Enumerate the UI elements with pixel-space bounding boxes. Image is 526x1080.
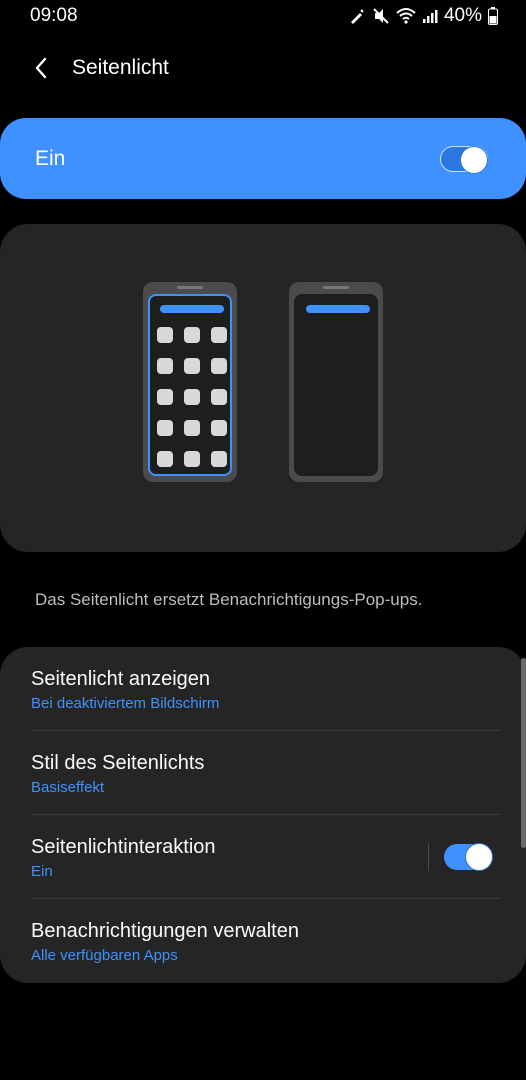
app-icon xyxy=(157,358,173,374)
setting-subtitle: Alle verfügbaren Apps xyxy=(31,947,178,964)
app-icon xyxy=(184,389,200,405)
app-icon xyxy=(184,451,200,467)
interaction-toggle[interactable] xyxy=(444,843,493,871)
app-icon xyxy=(211,389,227,405)
preview-card xyxy=(0,224,526,552)
status-bar: 09:08 40% xyxy=(0,0,526,32)
wifi-icon xyxy=(396,8,416,24)
setting-manage-notifications[interactable]: Benachrichtigungen verwalten Alle verfüg… xyxy=(0,899,526,983)
phone-illustration-apps xyxy=(143,282,237,482)
app-icon xyxy=(211,358,227,374)
app-icon xyxy=(184,327,200,343)
mute-icon xyxy=(373,8,389,24)
app-icon xyxy=(157,389,173,405)
setting-subtitle: Basiseffekt xyxy=(31,779,105,796)
phone-screen-off xyxy=(294,294,378,476)
back-button[interactable] xyxy=(28,48,54,88)
setting-title: Stil des Seitenlichts xyxy=(31,752,205,774)
page-title: Seitenlicht xyxy=(72,56,169,79)
phone-illustration-off xyxy=(289,282,383,482)
nfc-pen-icon xyxy=(350,9,364,24)
setting-show-edge-lighting[interactable]: Seitenlicht anzeigen Bei deaktiviertem B… xyxy=(0,647,526,731)
setting-edge-lighting-interaction[interactable]: Seitenlichtinteraktion Ein xyxy=(0,815,526,899)
app-icon xyxy=(211,420,227,436)
toggle-knob xyxy=(465,843,493,871)
phone-screen-edge-lit xyxy=(148,294,232,476)
app-icon xyxy=(211,451,227,467)
app-icon xyxy=(184,420,200,436)
app-bar: Seitenlicht xyxy=(0,40,526,96)
description-text: Das Seitenlicht ersetzt Benachrichtigung… xyxy=(35,590,423,609)
setting-title: Seitenlichtinteraktion xyxy=(31,836,216,858)
app-icon xyxy=(211,327,227,343)
phone-notch xyxy=(323,286,349,289)
vertical-separator xyxy=(428,843,429,871)
setting-subtitle: Bei deaktiviertem Bildschirm xyxy=(31,695,220,712)
master-toggle[interactable] xyxy=(440,145,488,174)
app-icon xyxy=(157,420,173,436)
scrollbar-thumb[interactable] xyxy=(521,658,526,848)
master-switch-bar[interactable]: Ein xyxy=(0,118,526,199)
battery-percent: 40% xyxy=(443,5,482,26)
setting-title: Seitenlicht anzeigen xyxy=(31,668,211,690)
chevron-left-icon xyxy=(35,57,47,79)
app-icon xyxy=(184,358,200,374)
signal-icon xyxy=(422,10,438,23)
settings-list: Seitenlicht anzeigen Bei deaktiviertem B… xyxy=(0,647,526,983)
notification-bar xyxy=(306,305,370,313)
app-icon xyxy=(157,451,173,467)
status-time: 09:08 xyxy=(30,5,78,26)
setting-subtitle: Ein xyxy=(31,863,53,880)
notification-bar xyxy=(160,305,224,313)
app-icon xyxy=(157,327,173,343)
toggle-knob xyxy=(460,145,488,174)
master-switch-label: Ein xyxy=(35,146,66,170)
setting-title: Benachrichtigungen verwalten xyxy=(31,920,299,942)
app-icon-grid xyxy=(157,327,227,467)
phone-notch xyxy=(177,286,203,289)
setting-edge-lighting-style[interactable]: Stil des Seitenlichts Basiseffekt xyxy=(0,731,526,815)
status-icons: 40% xyxy=(348,5,498,27)
battery-icon xyxy=(488,7,498,25)
